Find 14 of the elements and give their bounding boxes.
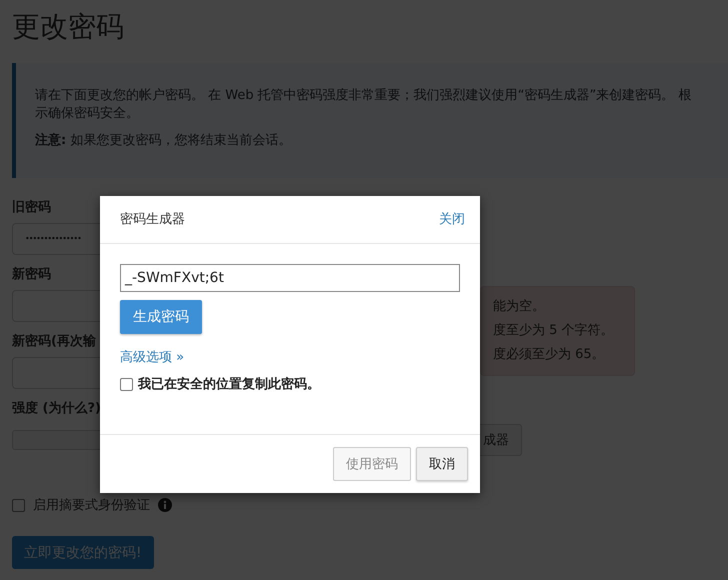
password-field[interactable]: _-SWmFXvt;6t [120, 264, 460, 292]
field-label: 新密码 [12, 267, 51, 283]
close-link[interactable]: 关闭 [439, 210, 465, 243]
generate-button[interactable]: 生成密码 [120, 300, 202, 334]
advanced-options-link[interactable]: 高级选项 » [120, 349, 460, 367]
field-label: 旧密码 [12, 200, 51, 216]
checkbox-label: 启用摘要式身份验证 [33, 497, 150, 514]
dialog-button[interactable]: 取消 [416, 447, 468, 481]
page-title: 更改密码 [12, 9, 125, 45]
checkbox[interactable] [120, 378, 133, 390]
field-label: 新密码(再次输 [12, 334, 96, 350]
modal-title: 密码生成器 [120, 211, 185, 229]
field-label: 强度 (为什么?) [12, 401, 101, 417]
checkbox-label: 我已在安全的位置复制此密码。 [138, 376, 320, 393]
